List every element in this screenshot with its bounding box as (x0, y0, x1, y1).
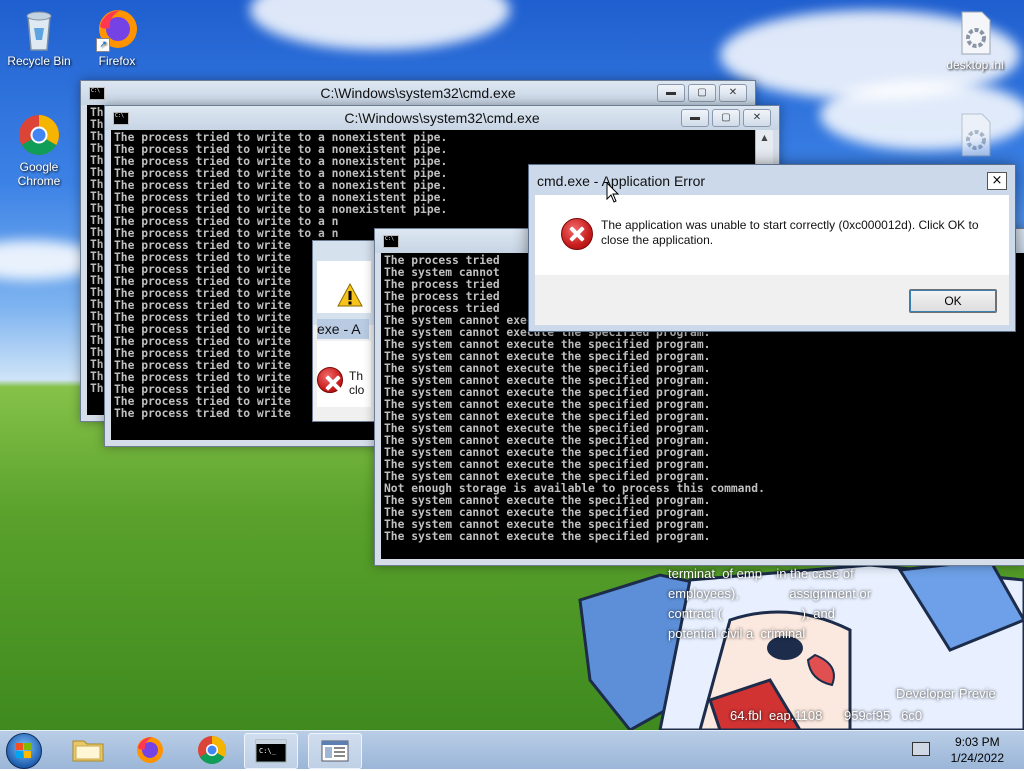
maximize-button[interactable]: ▢ (712, 109, 740, 127)
watermark-text: contract ( ), and (668, 606, 835, 621)
taskbar-item-file-explorer[interactable] (62, 733, 114, 767)
taskbar-item-app-window[interactable] (308, 733, 362, 769)
desktop-icon-settings-file[interactable] (936, 112, 1014, 160)
close-button[interactable]: × (987, 172, 1007, 190)
window-icon (321, 740, 349, 762)
maximize-button[interactable]: ▢ (688, 84, 716, 102)
cmd-icon (383, 235, 399, 248)
window-title: C:\Windows\system32\cmd.exe (344, 110, 540, 126)
firefox-icon: ↗ (94, 6, 140, 52)
dialog-title-fragment: exe - A (317, 319, 369, 339)
cloud (250, 0, 510, 50)
close-button[interactable]: ✕ (719, 84, 747, 102)
warning-icon (337, 283, 363, 307)
watermark-text: potential civil a criminal (668, 626, 806, 641)
error-icon (561, 218, 593, 250)
windows-logo-icon (16, 743, 32, 759)
application-error-dialog[interactable]: cmd.exe - Application Error × The applic… (528, 164, 1016, 332)
minimize-button[interactable]: ▬ (657, 84, 685, 102)
taskbar: C:\_ 9:03 PM 1/24/2022 (0, 730, 1024, 769)
desktop-icon-desktop-ini[interactable]: desktop.ini (936, 10, 1014, 72)
desktop-icon-chrome[interactable]: Google Chrome (0, 112, 78, 188)
dialog-message: The application was unable to start corr… (601, 218, 979, 247)
scroll-up-arrow-icon[interactable]: ▲ (756, 130, 773, 146)
recycle-bin-icon (16, 6, 62, 52)
taskbar-item-firefox[interactable] (124, 733, 176, 767)
svg-text:C:\_: C:\_ (259, 747, 277, 755)
settings-file-icon (952, 10, 998, 56)
desktop-icon-label: Recycle Bin (7, 54, 71, 68)
close-button[interactable]: ✕ (743, 109, 771, 127)
title-bar[interactable]: C:\Windows\system32\cmd.exe ▬ ▢ ✕ (81, 81, 755, 105)
mouse-cursor-icon (606, 182, 620, 203)
firefox-icon (137, 737, 163, 763)
title-bar[interactable]: C:\Windows\system32\cmd.exe ▬ ▢ ✕ (105, 106, 779, 130)
clock-time: 9:03 PM (954, 735, 1000, 749)
taskbar-item-cmd[interactable]: C:\_ (244, 733, 298, 769)
desktop-icon-label: Firefox (98, 54, 136, 68)
watermark-text: employees), assignment or (668, 586, 872, 601)
desktop-icon-recycle-bin[interactable]: Recycle Bin (0, 6, 78, 68)
ok-button[interactable]: OK (909, 289, 997, 313)
watermark-text: Developer Previe (896, 686, 996, 701)
dialog-title: cmd.exe - Application Error (537, 173, 706, 189)
start-button[interactable] (6, 733, 42, 769)
chrome-icon (16, 112, 62, 158)
folder-icon (72, 740, 104, 762)
minimize-button[interactable]: ▬ (681, 109, 709, 127)
chrome-icon (198, 736, 226, 764)
network-icon[interactable] (912, 742, 930, 756)
dialog-body: The application was unable to start corr… (535, 195, 1009, 275)
watermark-text: terminat of emp in the case of (668, 566, 854, 581)
cmd-icon: C:\_ (255, 739, 287, 763)
window-title: C:\Windows\system32\cmd.exe (320, 85, 516, 101)
settings-file-icon (952, 112, 998, 158)
error-icon (317, 367, 343, 393)
desktop-icon-label: Google Chrome (17, 160, 61, 188)
desktop-icon-firefox[interactable]: ↗ Firefox (78, 6, 156, 68)
dialog-message-fragment: Th clo (349, 369, 365, 397)
taskbar-item-chrome[interactable] (186, 733, 238, 767)
desktop-icon-label: desktop.ini (946, 58, 1004, 72)
watermark-text: 64.fbl eap.1108 959cf95 6c0 (730, 708, 923, 723)
clock-date: 1/24/2022 (950, 751, 1004, 765)
taskbar-clock[interactable]: 9:03 PM 1/24/2022 (951, 734, 1004, 766)
dialog-footer: OK (535, 275, 1009, 325)
